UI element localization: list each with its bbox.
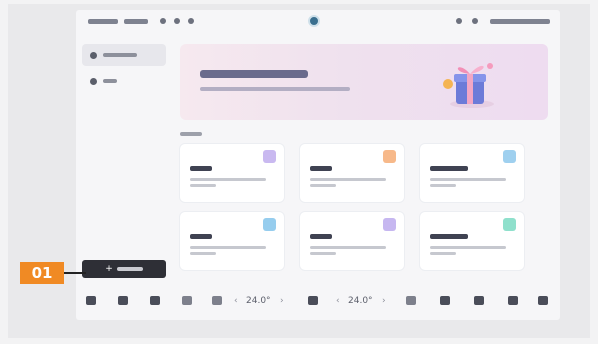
new-item-button[interactable]: + <box>82 260 166 278</box>
sidebar-item-2[interactable] <box>82 70 166 92</box>
chevron-right-icon[interactable]: › <box>382 296 386 306</box>
banner-title <box>200 70 308 78</box>
card-title <box>310 166 332 171</box>
fan-icon[interactable] <box>182 296 192 305</box>
promo-banner[interactable] <box>180 44 548 120</box>
status-dot-icon <box>160 18 166 24</box>
feature-card-5[interactable] <box>300 212 404 270</box>
card-title <box>310 234 332 239</box>
bottom-dock: ‹ 24.0° › ‹ 24.0° › <box>76 288 560 314</box>
plus-icon: + <box>105 263 113 274</box>
document-icon <box>263 218 276 231</box>
chevron-left-icon[interactable]: ‹ <box>336 296 340 306</box>
sidebar <box>82 44 168 114</box>
left-temperature: 24.0° <box>246 296 271 306</box>
card-description <box>190 246 266 249</box>
card-description <box>430 178 506 181</box>
car-screen: + ‹ 24.0° › ‹ 24.0° › <box>76 10 560 320</box>
card-title <box>430 234 468 239</box>
feature-card-3[interactable] <box>420 144 524 202</box>
card-description <box>430 246 506 249</box>
card-description-line <box>430 184 456 187</box>
status-dot-icon <box>188 18 194 24</box>
card-description-line <box>310 184 336 187</box>
sidebar-item-icon <box>90 51 97 59</box>
document-icon <box>263 150 276 163</box>
card-description <box>190 178 266 181</box>
feature-card-1[interactable] <box>180 144 284 202</box>
device-frame: + ‹ 24.0° › ‹ 24.0° › 01 <box>8 4 590 338</box>
feature-card-6[interactable] <box>420 212 524 270</box>
card-description-line <box>190 252 216 255</box>
document-icon <box>383 150 396 163</box>
document-icon <box>383 218 396 231</box>
feature-card-2[interactable] <box>300 144 404 202</box>
card-description-line <box>430 252 456 255</box>
status-dot-icon <box>174 18 180 24</box>
status-item <box>124 19 148 24</box>
media-icon[interactable] <box>150 296 160 305</box>
chevron-left-icon[interactable]: ‹ <box>234 296 238 306</box>
document-icon <box>503 150 516 163</box>
card-description-line <box>190 184 216 187</box>
sidebar-item-label <box>103 53 137 57</box>
banner-subtitle <box>200 87 350 91</box>
card-description-line <box>310 252 336 255</box>
sidebar-item-1[interactable] <box>82 44 166 66</box>
climate-icon[interactable] <box>308 296 318 305</box>
chevron-right-icon[interactable]: › <box>280 296 284 306</box>
car-icon[interactable] <box>118 296 128 305</box>
section-label <box>180 132 202 136</box>
settings-icon[interactable] <box>538 296 548 305</box>
status-bar <box>76 10 560 32</box>
gift-icon <box>443 63 494 108</box>
phone-icon[interactable] <box>440 296 450 305</box>
new-item-label <box>116 267 143 271</box>
card-title <box>190 234 212 239</box>
feature-card-4[interactable] <box>180 212 284 270</box>
sidebar-item-icon <box>90 77 97 85</box>
status-item <box>490 19 550 24</box>
status-item <box>88 19 118 24</box>
card-description <box>310 178 386 181</box>
assistant-avatar-icon[interactable] <box>308 15 320 27</box>
document-icon <box>503 218 516 231</box>
sidebar-item-label <box>103 79 117 83</box>
card-title <box>190 166 212 171</box>
apps-grid-icon[interactable] <box>508 296 518 305</box>
card-description <box>310 246 386 249</box>
seat-icon[interactable] <box>212 296 222 305</box>
status-dot-icon <box>456 18 462 24</box>
right-temperature: 24.0° <box>348 296 373 306</box>
music-icon[interactable] <box>474 296 484 305</box>
seat-heat-icon[interactable] <box>406 296 416 305</box>
callout-leader-line <box>64 272 86 274</box>
callout-badge: 01 <box>20 262 64 284</box>
home-icon[interactable] <box>86 296 96 305</box>
status-dot-icon <box>472 18 478 24</box>
card-title <box>430 166 468 171</box>
